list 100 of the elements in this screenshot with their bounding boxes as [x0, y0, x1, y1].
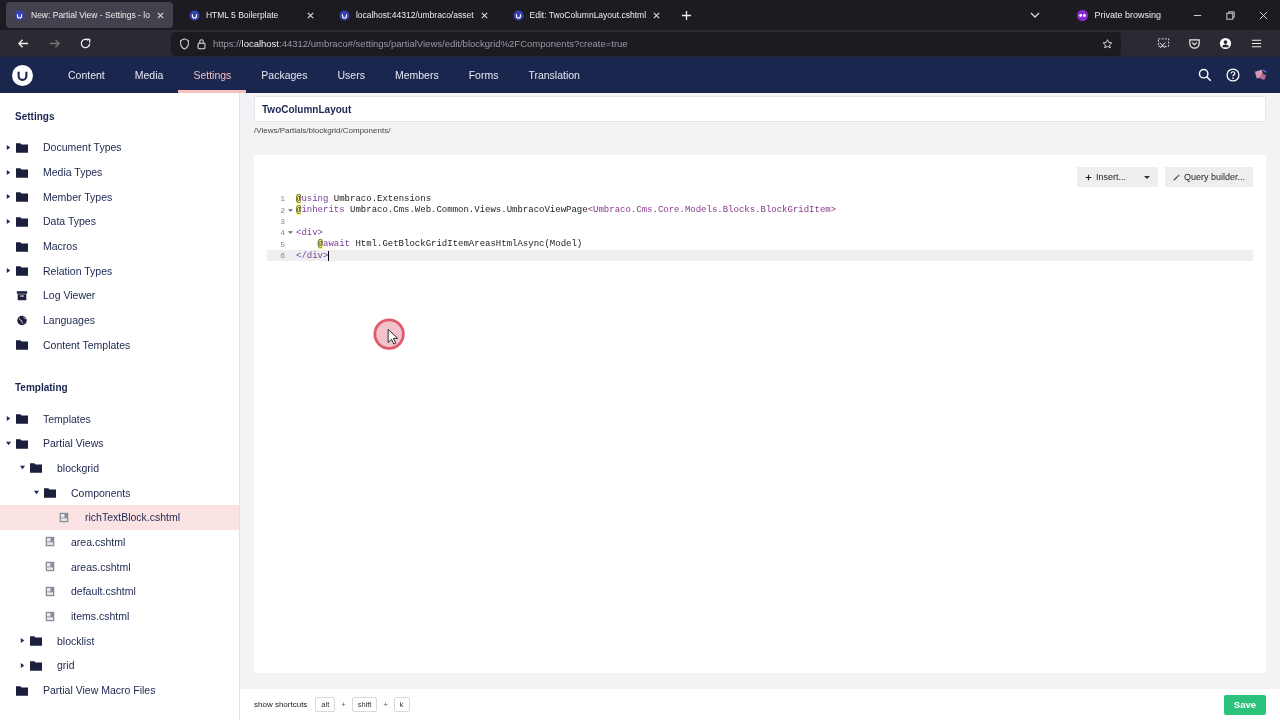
- fold-icon[interactable]: [288, 230, 293, 236]
- tree-item[interactable]: blockgrid: [0, 455, 239, 481]
- tree-item[interactable]: Document Types: [0, 135, 239, 160]
- caret-right-icon[interactable]: [6, 218, 11, 224]
- section-tab[interactable]: Members: [379, 57, 454, 93]
- plus-icon: [1084, 173, 1092, 181]
- restore-icon[interactable]: [1225, 9, 1236, 21]
- mask-icon: [1077, 9, 1089, 21]
- browser-tab[interactable]: localhost:44312/umbraco/asset: [330, 2, 497, 28]
- line-number: 1: [279, 194, 285, 204]
- private-browsing-label: Private browsing: [1094, 10, 1161, 20]
- globe-icon: [16, 314, 28, 326]
- name-field[interactable]: TwoColumnLayout: [254, 96, 1266, 122]
- section-tab[interactable]: Packages: [246, 57, 323, 93]
- browser-tab[interactable]: Edit: TwoColumnLayout.cshtml: [504, 2, 670, 28]
- section-tab[interactable]: Forms: [453, 57, 514, 93]
- forward-icon[interactable]: [48, 37, 61, 50]
- caret-down-icon[interactable]: [34, 490, 39, 496]
- folder-icon: [16, 240, 28, 252]
- umbraco-logo-icon[interactable]: [12, 64, 33, 86]
- caret-down-icon[interactable]: [1143, 174, 1150, 180]
- tree-item[interactable]: areas.cshtml: [0, 554, 239, 579]
- caret-right-icon[interactable]: [6, 268, 11, 274]
- shortcuts-label[interactable]: show shortcuts: [254, 700, 308, 709]
- caret-right-icon[interactable]: [20, 662, 25, 668]
- star-icon[interactable]: [1102, 37, 1113, 50]
- query-builder-button[interactable]: Query builder...: [1164, 167, 1253, 187]
- folder-icon: [16, 413, 28, 425]
- folder-icon: [16, 215, 28, 227]
- tree-item[interactable]: Components: [0, 480, 239, 505]
- tree-item[interactable]: Partial View Macro Files: [0, 677, 239, 703]
- umbraco-favicon-icon: [338, 9, 350, 21]
- tree-item[interactable]: Member Types: [0, 184, 239, 210]
- screenshot-icon[interactable]: [1157, 37, 1170, 50]
- tree-item[interactable]: Data Types: [0, 209, 239, 234]
- new-tab-icon[interactable]: [681, 9, 693, 21]
- reload-icon[interactable]: [79, 37, 92, 50]
- section-heading: Settings: [14, 110, 56, 124]
- folder-icon: [30, 635, 42, 647]
- tree-item[interactable]: Media Types: [0, 159, 239, 185]
- close-icon[interactable]: [155, 10, 165, 20]
- section-tab[interactable]: Users: [322, 57, 380, 93]
- file-path: /Views/Partials/blockgrid/Components/: [254, 125, 392, 135]
- tree-item[interactable]: Macros: [0, 233, 239, 259]
- code-line: </div>: [296, 250, 329, 261]
- close-icon[interactable]: [305, 10, 315, 20]
- pocket-icon[interactable]: [1188, 37, 1201, 50]
- insert-button[interactable]: Insert...: [1076, 167, 1158, 187]
- browser-tab[interactable]: New: Partial View - Settings - lo: [6, 2, 173, 28]
- caret-right-icon[interactable]: [6, 416, 11, 422]
- caret-right-icon[interactable]: [6, 194, 11, 200]
- section-heading: Templating: [14, 381, 69, 396]
- browser-tab[interactable]: HTML 5 Boilerplate: [180, 2, 323, 28]
- code-editor[interactable]: [267, 193, 1253, 262]
- section-tab[interactable]: Content: [53, 57, 120, 93]
- close-icon[interactable]: [652, 10, 662, 20]
- tree-item[interactable]: richTextBlock.cshtml: [0, 504, 239, 530]
- line-number: 6: [279, 251, 285, 261]
- folder-icon: [16, 339, 28, 351]
- menu-icon[interactable]: [1250, 37, 1263, 50]
- tree-item[interactable]: grid: [0, 653, 239, 678]
- code-line: @inherits Umbraco.Cms.Web.Common.Views.UmbracoViewPage<Umbraco.Cms.Core.Models.Blocks.BlockGridItem>: [296, 205, 837, 216]
- tree-item[interactable]: Content Templates: [0, 332, 239, 358]
- caret-down-icon[interactable]: [20, 465, 25, 471]
- folder-icon: [16, 166, 28, 178]
- user-avatar-icon[interactable]: [1254, 68, 1268, 82]
- section-tab[interactable]: Media: [119, 57, 179, 93]
- file-icon: [58, 511, 70, 523]
- close-icon[interactable]: [479, 10, 489, 20]
- caret-down-icon[interactable]: [6, 440, 11, 446]
- back-icon[interactable]: [17, 37, 30, 50]
- fold-icon[interactable]: [288, 207, 293, 213]
- help-icon[interactable]: [1226, 68, 1240, 82]
- file-icon: [44, 561, 56, 573]
- close-icon[interactable]: [1258, 9, 1269, 21]
- tree-item[interactable]: Templates: [0, 406, 239, 431]
- tree-item[interactable]: Log Viewer: [0, 283, 239, 308]
- tree-item[interactable]: Languages: [0, 307, 239, 333]
- caret-right-icon[interactable]: [6, 169, 11, 175]
- tree-item[interactable]: Partial Views: [0, 430, 239, 456]
- account-avatar-icon[interactable]: [1219, 37, 1232, 50]
- archive-icon: [16, 289, 28, 301]
- address-bar[interactable]: https://localhost:44312/umbraco#/settings/partialViews/edit/blockgrid%2FComponents?create=true: [171, 31, 1121, 56]
- code-line: @using Umbraco.Extensions: [296, 193, 432, 204]
- tree-item[interactable]: area.cshtml: [0, 529, 239, 555]
- file-icon: [44, 536, 56, 548]
- tree-item[interactable]: Relation Types: [0, 258, 239, 284]
- tree-item[interactable]: default.cshtml: [0, 579, 239, 604]
- shield-icon: [179, 37, 190, 50]
- line-number: 5: [279, 239, 285, 249]
- tree-item[interactable]: items.cshtml: [0, 603, 239, 629]
- file-icon: [44, 610, 56, 622]
- caret-right-icon[interactable]: [6, 144, 11, 150]
- folder-icon: [44, 487, 56, 499]
- section-tab[interactable]: Translation: [513, 57, 595, 93]
- tree-item[interactable]: blocklist: [0, 628, 239, 654]
- line-number: 4: [279, 228, 285, 238]
- search-icon[interactable]: [1198, 68, 1212, 82]
- line-number: 2: [279, 205, 285, 215]
- caret-right-icon[interactable]: [20, 638, 25, 644]
